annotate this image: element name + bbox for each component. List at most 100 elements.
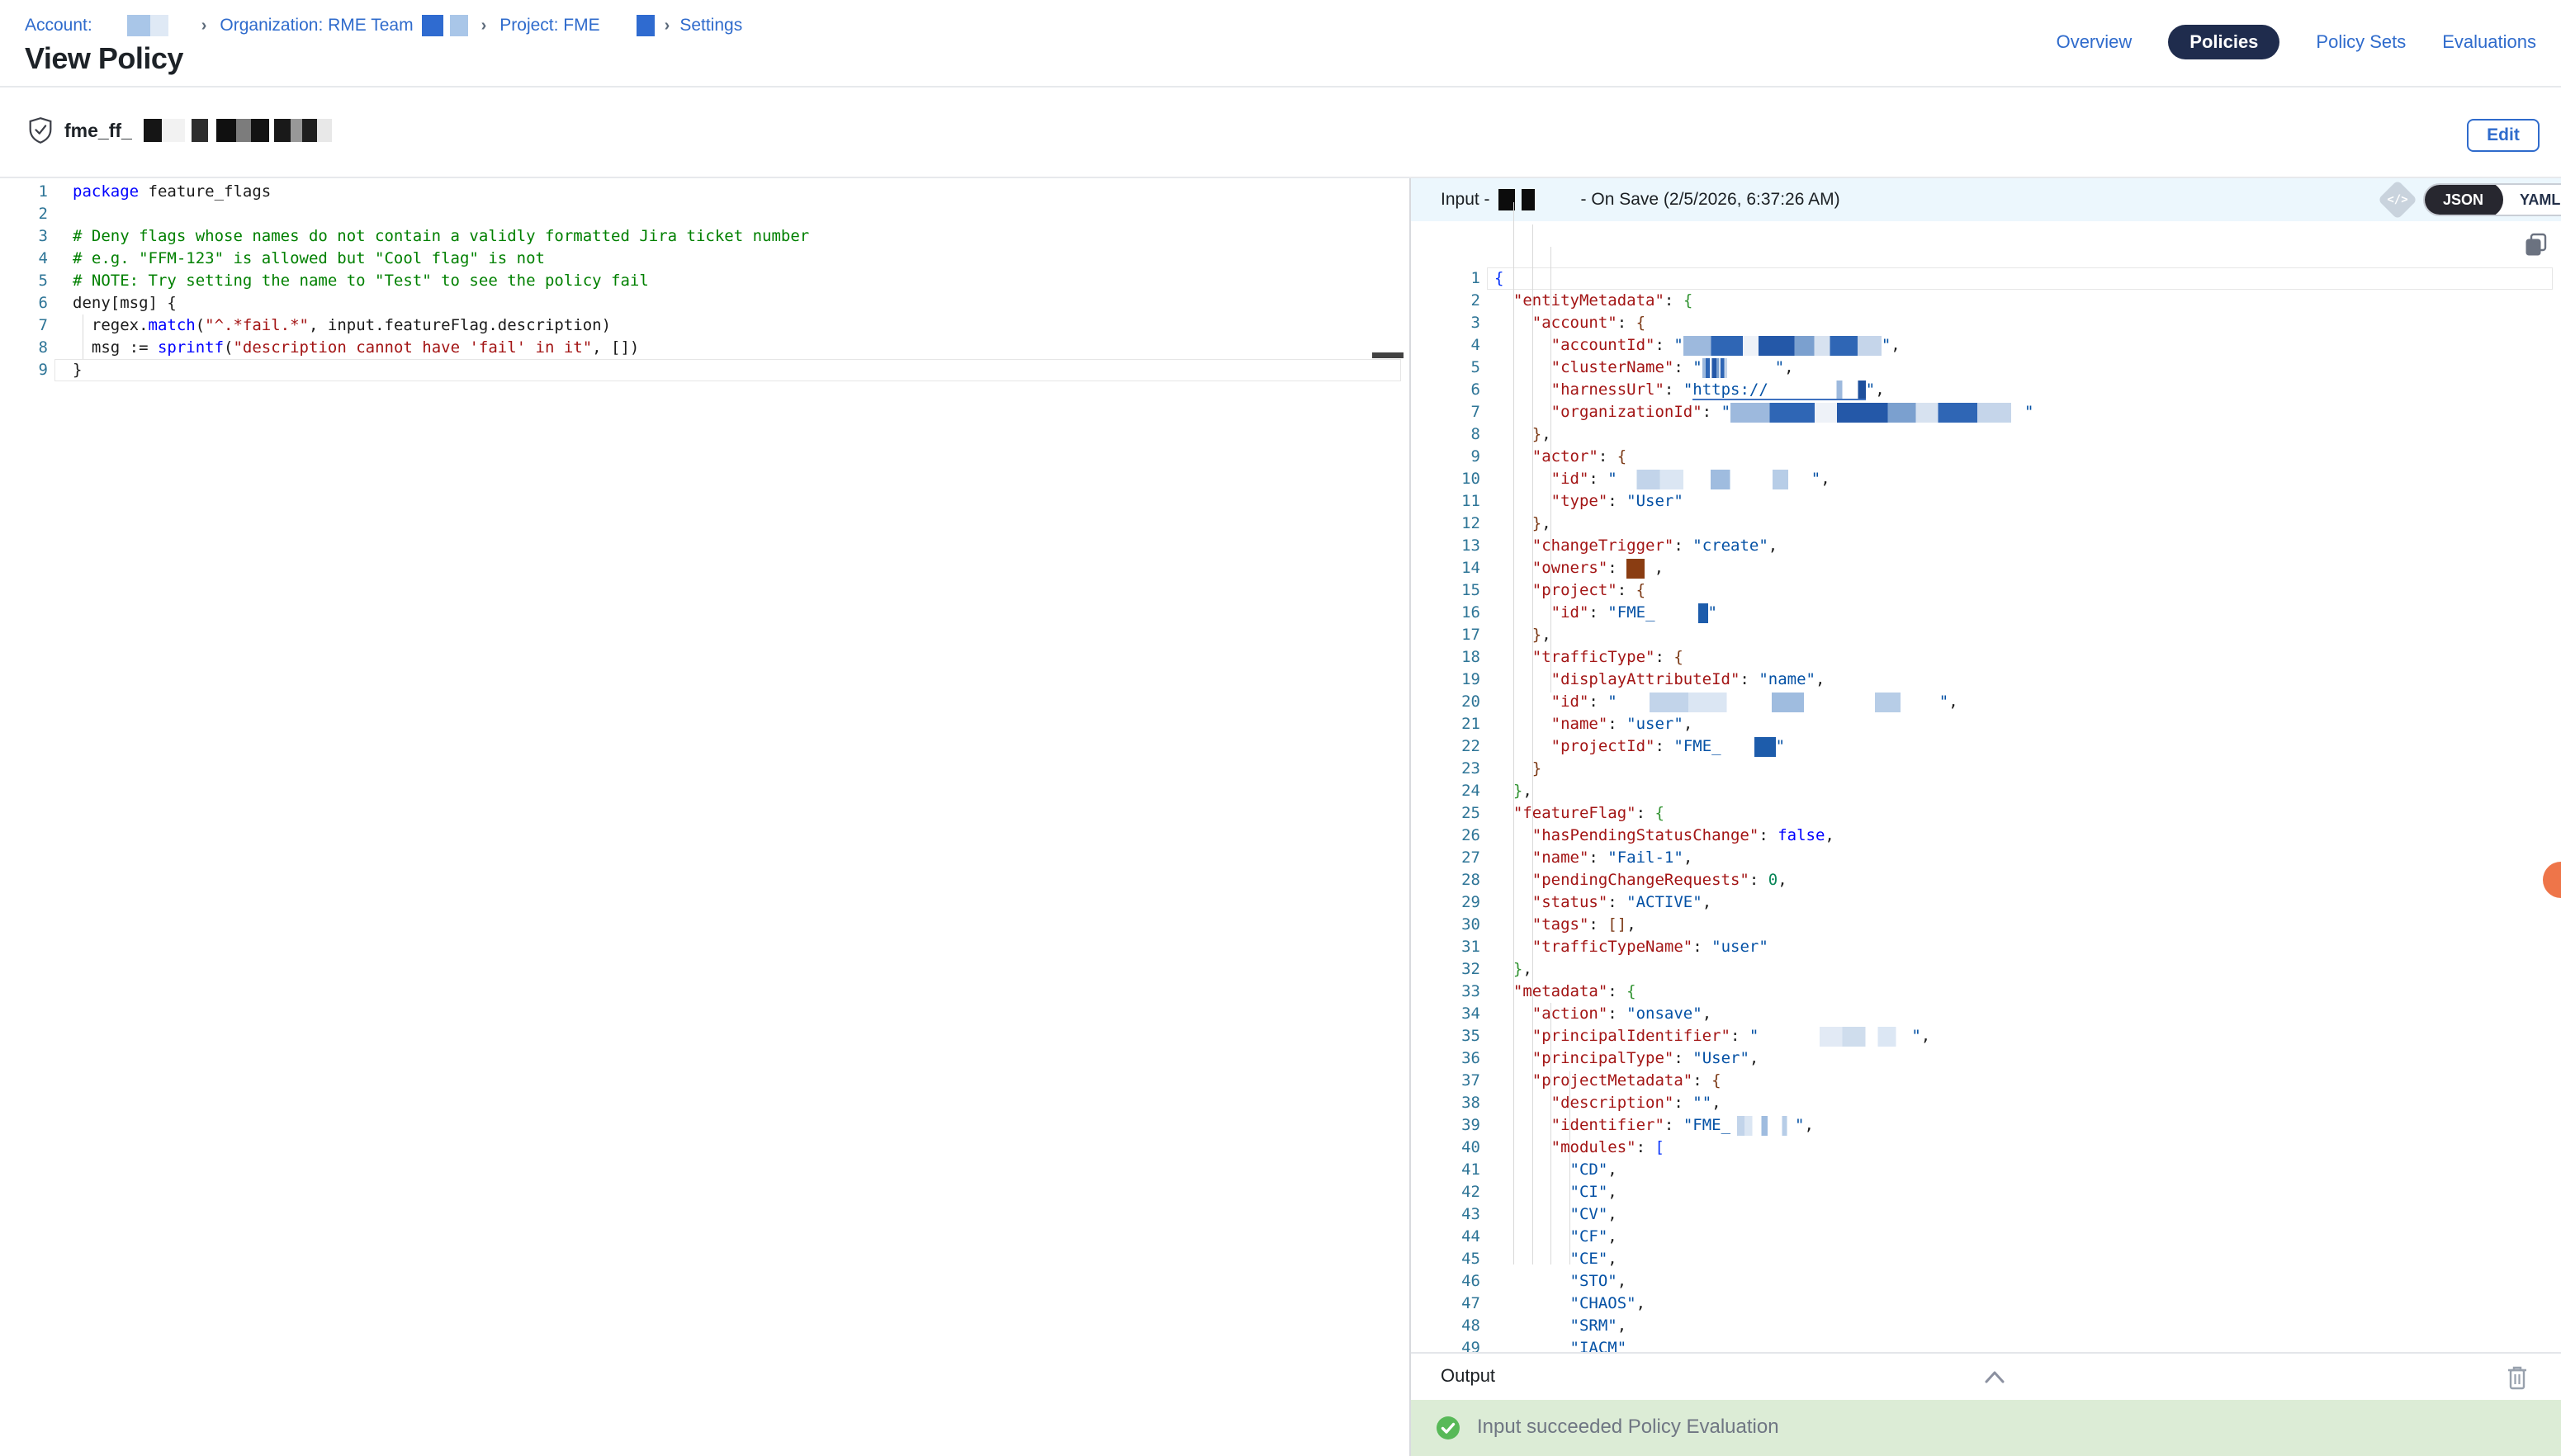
breadcrumb-separator: › xyxy=(481,17,487,35)
line-number: 4 xyxy=(0,248,48,270)
line-content: "actor": { xyxy=(1480,446,2561,468)
line-number: 36 xyxy=(1411,1047,1480,1070)
line-number: 29 xyxy=(1411,891,1480,914)
line-number: 13 xyxy=(1411,535,1480,557)
line-number: 15 xyxy=(1411,579,1480,602)
code-line: 33 "metadata": { xyxy=(1411,981,2561,1003)
input-output-pane: Input - - On Save (2/5/2026, 6:37:26 AM)… xyxy=(1411,178,2561,1456)
tab-policy-sets[interactable]: Policy Sets xyxy=(2316,25,2406,59)
line-content: package feature_flags xyxy=(48,181,1409,203)
line-content: "status": "ACTIVE", xyxy=(1480,891,2561,914)
redacted-org-id xyxy=(422,15,443,36)
breadcrumb-account-link[interactable]: Account: xyxy=(25,16,92,35)
breadcrumb-separator: › xyxy=(665,17,670,35)
breadcrumb-separator: › xyxy=(201,17,207,35)
trash-icon[interactable] xyxy=(2505,1364,2530,1392)
line-content: "owners": , xyxy=(1480,557,2561,579)
edit-button[interactable]: Edit xyxy=(2467,119,2540,152)
line-content: # Deny flags whose names do not contain … xyxy=(48,225,1409,248)
copy-icon[interactable] xyxy=(2523,231,2549,258)
code-line: 30 "tags": [], xyxy=(1411,914,2561,936)
tab-overview[interactable]: Overview xyxy=(2057,25,2133,59)
code-line: 31 "trafficTypeName": "user" xyxy=(1411,936,2561,958)
json-toggle-button[interactable]: JSON xyxy=(2423,183,2503,216)
policy-code-editor[interactable]: 1package feature_flags23# Deny flags who… xyxy=(0,181,1409,381)
redacted-input-name-2 xyxy=(1522,189,1535,210)
tab-evaluations[interactable]: Evaluations xyxy=(2442,25,2536,59)
line-content: { xyxy=(1480,267,2561,290)
redacted-policy-name xyxy=(144,119,332,142)
breadcrumb: Account: › Organization: RME Team › Proj… xyxy=(25,13,742,38)
code-line: 27 "name": "Fail-1", xyxy=(1411,847,2561,869)
code-format-icon[interactable]: </> xyxy=(2378,180,2417,220)
code-line: 12 }, xyxy=(1411,513,2561,535)
line-number: 44 xyxy=(1411,1226,1480,1248)
code-line: 45 "CE", xyxy=(1411,1248,2561,1270)
line-content: "id": "", xyxy=(1480,691,2561,713)
code-line: 37 "projectMetadata": { xyxy=(1411,1070,2561,1092)
tab-policies[interactable]: Policies xyxy=(2168,25,2279,59)
redacted-account-id-2 xyxy=(150,15,168,36)
chevron-up-icon[interactable] xyxy=(1981,1365,2009,1390)
line-content: "harnessUrl": "https://", xyxy=(1480,379,2561,401)
line-content: }, xyxy=(1480,513,2561,535)
breadcrumb-organization-link[interactable]: Organization: RME Team xyxy=(220,16,413,35)
policy-name: fme_ff_ xyxy=(64,120,132,142)
redacted-value xyxy=(1626,559,1645,579)
line-number: 4 xyxy=(1411,334,1480,357)
breadcrumb-settings-link[interactable]: Settings xyxy=(679,16,742,35)
code-line: 9 "actor": { xyxy=(1411,446,2561,468)
line-content: }, xyxy=(1480,423,2561,446)
line-number: 25 xyxy=(1411,802,1480,825)
redacted-value xyxy=(1721,737,1754,757)
evaluation-result-text: Input succeeded Policy Evaluation xyxy=(1477,1416,1779,1439)
line-number: 42 xyxy=(1411,1181,1480,1203)
code-line: 8 msg := sprintf("description cannot hav… xyxy=(0,337,1409,359)
input-json-editor[interactable]: 1{2 "entityMetadata": {3 "account": {4 "… xyxy=(1411,266,2561,1352)
code-line: 6 "harnessUrl": "https://", xyxy=(1411,379,2561,401)
code-line: 17 }, xyxy=(1411,624,2561,646)
redacted-value xyxy=(1730,403,2011,423)
evaluation-result-bar: Input succeeded Policy Evaluation xyxy=(1411,1400,2561,1456)
line-number: 20 xyxy=(1411,691,1480,713)
line-number: 18 xyxy=(1411,646,1480,669)
line-content: "projectMetadata": { xyxy=(1480,1070,2561,1092)
line-content: "organizationId": "" xyxy=(1480,401,2561,423)
line-number: 11 xyxy=(1411,490,1480,513)
code-line: 2 "entityMetadata": { xyxy=(1411,290,2561,312)
line-content: "trafficTypeName": "user" xyxy=(1480,936,2561,958)
line-number: 46 xyxy=(1411,1270,1480,1293)
code-line: 13 "changeTrigger": "create", xyxy=(1411,535,2561,557)
line-number: 39 xyxy=(1411,1114,1480,1137)
line-content: "STO", xyxy=(1480,1270,2561,1293)
code-line: 24 }, xyxy=(1411,780,2561,802)
code-line: 18 "trafficType": { xyxy=(1411,646,2561,669)
output-panel-header: Output xyxy=(1411,1352,2561,1400)
indent-guide xyxy=(1513,202,1514,1265)
line-content: "name": "user", xyxy=(1480,713,2561,735)
line-number: 40 xyxy=(1411,1137,1480,1159)
code-line: 3 "account": { xyxy=(1411,312,2561,334)
line-content: "entityMetadata": { xyxy=(1480,290,2561,312)
code-line: 6deny[msg] { xyxy=(0,292,1409,314)
top-nav-tabs: Overview Policies Policy Sets Evaluations xyxy=(2057,25,2536,59)
code-line: 23 } xyxy=(1411,758,2561,780)
line-content: "CHAOS", xyxy=(1480,1293,2561,1315)
line-number: 7 xyxy=(1411,401,1480,423)
line-number: 41 xyxy=(1411,1159,1480,1181)
code-line: 25 "featureFlag": { xyxy=(1411,802,2561,825)
yaml-toggle-button[interactable]: YAML xyxy=(2503,183,2561,216)
line-number: 21 xyxy=(1411,713,1480,735)
breadcrumb-project-link[interactable]: Project: FME xyxy=(499,16,599,35)
line-number: 47 xyxy=(1411,1293,1480,1315)
line-number: 3 xyxy=(0,225,48,248)
top-bar: Account: › Organization: RME Team › Proj… xyxy=(0,0,2561,86)
code-line: 19 "displayAttributeId": "name", xyxy=(1411,669,2561,691)
editor-toolbar-row xyxy=(1411,221,2561,266)
code-line: 38 "description": "", xyxy=(1411,1092,2561,1114)
line-content: "CV", xyxy=(1480,1203,2561,1226)
code-line: 15 "project": { xyxy=(1411,579,2561,602)
line-number: 26 xyxy=(1411,825,1480,847)
line-content: "clusterName": "", xyxy=(1480,357,2561,379)
main-content: 1package feature_flags23# Deny flags who… xyxy=(0,178,2561,1456)
